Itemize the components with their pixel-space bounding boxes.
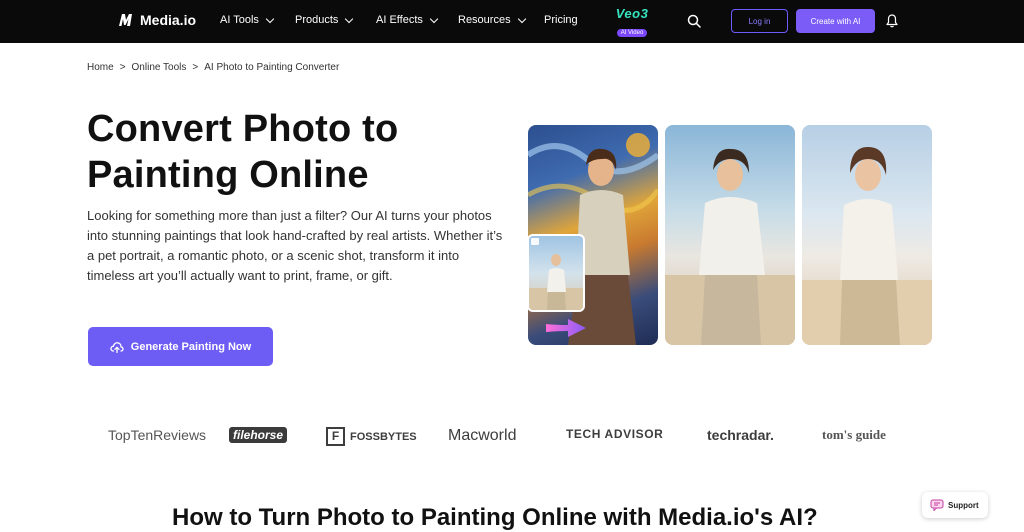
- search-icon[interactable]: [687, 14, 701, 28]
- press-logo-toptenreviews: TopTenReviews: [108, 427, 207, 443]
- breadcrumb-separator: >: [119, 62, 126, 73]
- veo3-title: Veo3: [615, 6, 649, 21]
- press-logo-toms-guide: tom's guide: [822, 427, 886, 442]
- fossbytes-mark-icon: F: [326, 427, 345, 446]
- impressionist-painting-image: [665, 125, 795, 345]
- nav-ai-effects[interactable]: AI Effects: [376, 14, 439, 26]
- top-navbar: Media.io AI Tools Products AI Effects Re…: [0, 0, 1024, 43]
- page-title-line2: Painting Online: [87, 154, 369, 196]
- media-io-logo-icon: [119, 14, 132, 26]
- nav-pricing[interactable]: Pricing: [544, 14, 578, 26]
- painted-figure-illustration: [665, 148, 795, 345]
- cloud-upload-icon: [110, 341, 124, 353]
- press-logo-tech-advisor: TECH ADVISOR: [566, 427, 664, 441]
- brand-logo[interactable]: Media.io: [118, 12, 196, 28]
- press-logo-macworld: Macworld: [448, 427, 517, 444]
- page-title-line1: Convert Photo to: [87, 108, 399, 150]
- breadcrumb-separator: >: [192, 62, 199, 73]
- press-logo-fossbytes-label: FOSSBYTES: [350, 430, 417, 443]
- chevron-down-icon: [345, 14, 354, 23]
- support-button[interactable]: Support: [922, 492, 988, 518]
- chat-icon: [930, 499, 944, 511]
- nav-resources[interactable]: Resources: [458, 14, 526, 26]
- chevron-down-icon: [429, 14, 439, 23]
- veo3-promo[interactable]: Veo3 AI Video: [612, 6, 652, 37]
- chevron-down-icon: [265, 14, 275, 23]
- nav-products[interactable]: Products: [295, 14, 354, 26]
- nav-resources-label: Resources: [458, 14, 511, 26]
- press-logos-strip: TopTenReviews filehorse F FOSSBYTES Macw…: [0, 418, 1024, 454]
- bell-icon[interactable]: [886, 14, 898, 28]
- chevron-down-icon: [517, 14, 526, 23]
- nav-ai-tools-label: AI Tools: [220, 14, 259, 26]
- hero-description: Looking for something more than just a f…: [87, 208, 503, 283]
- nav-pricing-label: Pricing: [544, 14, 578, 26]
- login-button[interactable]: Log in: [731, 9, 788, 33]
- press-logo-filehorse: filehorse: [229, 427, 288, 443]
- breadcrumb-current: AI Photo to Painting Converter: [204, 62, 340, 73]
- transform-arrow-icon: [546, 319, 586, 337]
- nav-ai-effects-label: AI Effects: [376, 14, 423, 26]
- support-label: Support: [948, 500, 979, 510]
- photo-thumbnail-illustration: [529, 238, 583, 310]
- breadcrumb-online-tools[interactable]: Online Tools: [132, 62, 187, 73]
- watercolor-painting-image: [802, 125, 932, 345]
- breadcrumb: Home > Online Tools > AI Photo to Painti…: [87, 62, 339, 73]
- press-logo-techradar: techradar.: [707, 427, 774, 443]
- press-logo-fossbytes: F FOSSBYTES: [326, 427, 417, 446]
- painted-figure-illustration: [802, 147, 932, 345]
- generate-painting-button[interactable]: Generate Painting Now: [88, 327, 273, 366]
- brand-name: Media.io: [140, 12, 197, 28]
- create-with-ai-button[interactable]: Create with AI: [796, 9, 875, 33]
- how-to-section-title: How to Turn Photo to Painting Online wit…: [172, 504, 818, 531]
- nav-products-label: Products: [295, 14, 339, 26]
- page-title: Convert Photo to Painting Online: [87, 106, 487, 198]
- original-photo-thumbnail: [527, 234, 585, 312]
- veo3-badge: AI Video: [616, 29, 648, 37]
- generate-painting-label: Generate Painting Now: [130, 340, 252, 353]
- breadcrumb-home[interactable]: Home: [87, 62, 114, 73]
- nav-ai-tools[interactable]: AI Tools: [220, 14, 275, 26]
